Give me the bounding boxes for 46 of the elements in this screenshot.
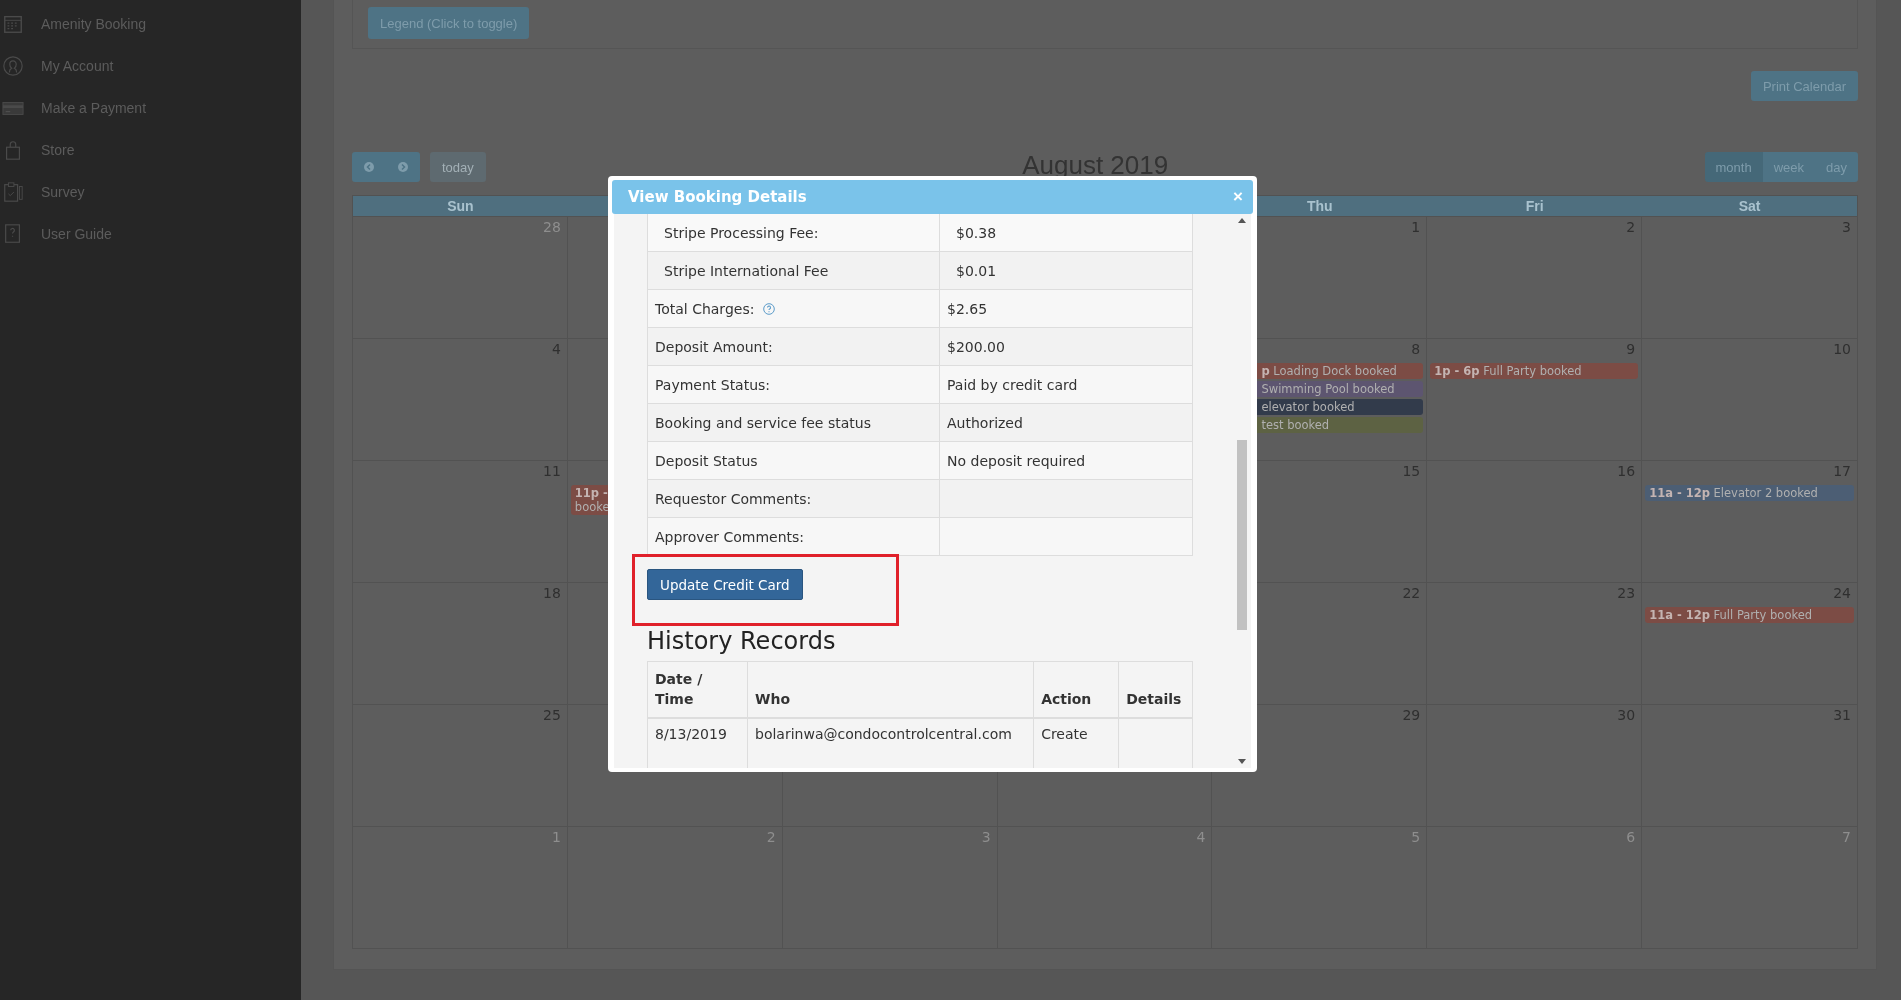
detail-label: Payment Status:: [655, 376, 771, 393]
view-tab[interactable]: month: [1704, 152, 1763, 182]
detail-label: Deposit Status: [655, 452, 758, 469]
column-header: Who: [755, 691, 791, 707]
next-button[interactable]: [386, 152, 420, 182]
detail-label: Total Charges:: [655, 300, 755, 317]
detail-value: $2.65: [947, 300, 988, 317]
user-icon: [2, 55, 24, 77]
column-header: Details: [1126, 691, 1182, 707]
detail-value: Authorized: [947, 414, 1023, 431]
detail-value: No deposit required: [947, 452, 1086, 469]
next-icon: [398, 162, 408, 172]
detail-label: Requestor Comments:: [655, 490, 812, 507]
help-icon[interactable]: [762, 302, 775, 315]
column-header: Date / Time: [655, 671, 703, 707]
calendar-event[interactable]: 11a - 12p Full Party booked: [1645, 607, 1854, 623]
detail-label: Booking and service fee status: [655, 414, 871, 431]
detail-label: Deposit Amount:: [655, 338, 773, 355]
previous-icon: [364, 162, 374, 172]
today-button[interactable]: today: [430, 152, 486, 182]
table-cell: Create: [1041, 726, 1088, 742]
weekday-header: Fri: [1525, 198, 1544, 214]
calendar-event[interactable]: 11a - 12p Elevator 2 booked: [1645, 485, 1854, 501]
detail-value: $0.38: [956, 224, 997, 241]
section-heading: History Records: [647, 627, 837, 655]
scroll-up-icon[interactable]: [1238, 218, 1246, 223]
table-cell: 8/13/2019: [655, 726, 727, 742]
scroll-down-icon[interactable]: [1238, 759, 1246, 764]
dialog-title: View Booking Details: [628, 188, 807, 206]
detail-label: Stripe Processing Fee:: [664, 224, 819, 241]
detail-value: $0.01: [956, 262, 997, 279]
calendar-event[interactable]: 1p - 6p Full Party booked: [1430, 363, 1639, 379]
table-cell: bolarinwa@condocontrolcentral.com: [755, 726, 1012, 742]
close-button[interactable]: ×: [1231, 187, 1245, 207]
detail-label: Approver Comments:: [655, 528, 805, 545]
detail-value: Paid by credit card: [947, 376, 1078, 393]
scrollbar-thumb[interactable]: [1237, 440, 1247, 630]
weekday-header: Thu: [1307, 198, 1333, 214]
detail-label: Stripe International Fee: [664, 262, 829, 279]
weekday-header: Sat: [1738, 198, 1761, 214]
update-credit-card-button[interactable]: Update Credit Card: [647, 569, 803, 600]
calendar-icon: [2, 13, 24, 35]
weekday-header: Sun: [447, 198, 474, 214]
previous-button[interactable]: [352, 152, 386, 182]
column-header: Action: [1041, 691, 1092, 707]
detail-value: $200.00: [947, 338, 1005, 355]
